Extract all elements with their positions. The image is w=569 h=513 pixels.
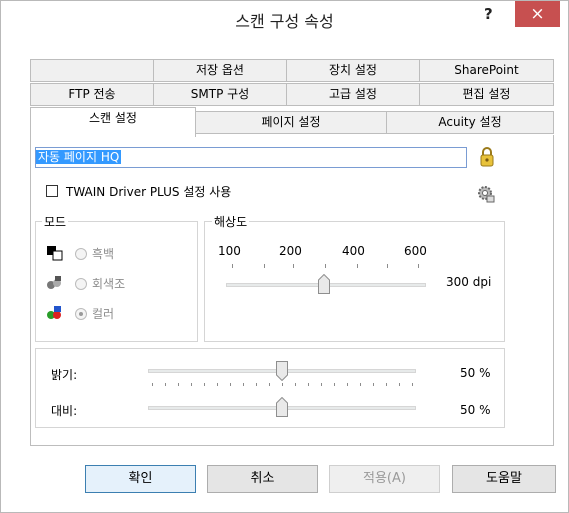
slider-tickmark bbox=[360, 383, 361, 386]
slider-tickmark bbox=[269, 383, 270, 386]
contrast-slider-thumb[interactable] bbox=[276, 396, 288, 417]
mode-label-bw: 흑백 bbox=[92, 247, 115, 261]
resolution-slider-thumb[interactable] bbox=[318, 273, 330, 294]
mode-radio-bw[interactable] bbox=[75, 248, 87, 260]
brightness-label: 밝기: bbox=[51, 368, 78, 382]
slider-tickmark bbox=[256, 383, 257, 386]
grayscale-icon bbox=[46, 275, 64, 291]
contrast-value: 50 % bbox=[460, 403, 491, 417]
mode-label-gray: 회색조 bbox=[92, 277, 126, 291]
mode-legend: 모드 bbox=[42, 213, 69, 230]
tab-save-options[interactable]: 저장 옵션 bbox=[153, 59, 287, 82]
slider-tickmark bbox=[399, 383, 400, 386]
lock-icon[interactable] bbox=[478, 146, 496, 168]
slider-tickmark bbox=[295, 383, 296, 386]
resolution-value: 300 dpi bbox=[446, 275, 492, 289]
tab-sharepoint[interactable]: SharePoint bbox=[419, 59, 554, 82]
twain-checkbox[interactable] bbox=[46, 185, 58, 197]
slider-tickmark bbox=[386, 383, 387, 386]
tab-scan-settings[interactable]: 스캔 설정 bbox=[30, 107, 196, 137]
slider-tickmark bbox=[308, 383, 309, 386]
res-tickmark bbox=[387, 264, 388, 268]
res-tick-600: 600 bbox=[404, 244, 427, 258]
tab-acuity[interactable]: Acuity 설정 bbox=[386, 111, 554, 134]
brightness-contrast-group bbox=[35, 348, 505, 428]
mode-radio-color[interactable] bbox=[75, 308, 87, 320]
slider-tickmark bbox=[204, 383, 205, 386]
help-title-button[interactable]: ? bbox=[484, 5, 493, 23]
slider-tickmark bbox=[191, 383, 192, 386]
mode-label-color: 컬러 bbox=[92, 307, 115, 321]
twain-checkbox-label: TWAIN Driver PLUS 설정 사용 bbox=[66, 185, 232, 199]
res-tickmark bbox=[357, 264, 358, 268]
slider-tickmark bbox=[165, 383, 166, 386]
tab-edit[interactable]: 편집 설정 bbox=[419, 83, 554, 106]
slider-tickmark bbox=[321, 383, 322, 386]
tab-smtp[interactable]: SMTP 구성 bbox=[153, 83, 287, 106]
brightness-value: 50 % bbox=[460, 366, 491, 380]
tab-page-settings[interactable]: 페이지 설정 bbox=[195, 111, 387, 134]
resolution-legend: 해상도 bbox=[212, 213, 250, 230]
res-tick-200: 200 bbox=[279, 244, 302, 258]
settings-gear-icon[interactable] bbox=[476, 184, 496, 204]
mode-radio-gray[interactable] bbox=[75, 278, 87, 290]
res-tickmark bbox=[264, 264, 265, 268]
slider-tickmark bbox=[282, 383, 283, 386]
color-icon bbox=[46, 305, 64, 321]
slider-tickmark bbox=[347, 383, 348, 386]
tab-advanced[interactable]: 고급 설정 bbox=[286, 83, 420, 106]
slider-tickmark bbox=[230, 383, 231, 386]
res-tickmark bbox=[293, 264, 294, 268]
title-bar: 스캔 구성 속성 ? × bbox=[0, 0, 569, 36]
slider-tickmark bbox=[152, 383, 153, 386]
profile-name-input[interactable]: 자동 페이지 HQ bbox=[35, 147, 467, 168]
res-tick-100: 100 bbox=[218, 244, 241, 258]
res-tick-400: 400 bbox=[342, 244, 365, 258]
res-tickmark bbox=[232, 264, 233, 268]
apply-button[interactable]: 적용(A) bbox=[329, 465, 440, 493]
contrast-label: 대비: bbox=[51, 404, 78, 418]
brightness-slider-thumb[interactable] bbox=[276, 361, 288, 382]
res-tickmark bbox=[418, 264, 419, 268]
ok-button[interactable]: 확인 bbox=[85, 465, 196, 493]
black-white-icon bbox=[46, 245, 64, 261]
profile-name-text: 자동 페이지 HQ bbox=[36, 150, 122, 164]
slider-tickmark bbox=[373, 383, 374, 386]
slider-tickmark bbox=[178, 383, 179, 386]
tab-strip: 저장 옵션 장치 설정 SharePoint FTP 전송 SMTP 구성 고급… bbox=[30, 59, 554, 137]
help-button[interactable]: 도움말 bbox=[452, 465, 556, 493]
res-tickmark bbox=[325, 264, 326, 268]
slider-tickmark bbox=[334, 383, 335, 386]
close-button[interactable]: × bbox=[515, 1, 560, 27]
slider-tickmark bbox=[243, 383, 244, 386]
cancel-button[interactable]: 취소 bbox=[207, 465, 318, 493]
tab-ftp[interactable]: FTP 전송 bbox=[30, 83, 154, 106]
slider-tickmark bbox=[217, 383, 218, 386]
tab-device-settings[interactable]: 장치 설정 bbox=[286, 59, 420, 82]
slider-tickmark bbox=[412, 383, 413, 386]
tab-empty bbox=[30, 59, 154, 82]
